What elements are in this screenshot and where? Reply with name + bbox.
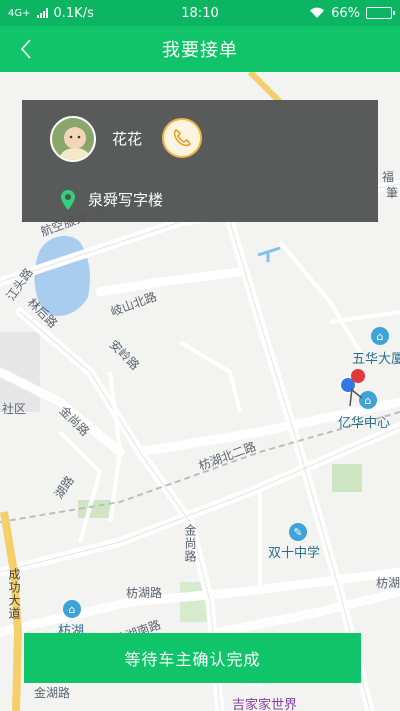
call-button[interactable] (162, 118, 202, 158)
park-area (332, 464, 362, 492)
waiting-confirmation-button[interactable]: 等待车主确认完成 (24, 633, 361, 683)
location-marker (339, 369, 365, 407)
back-button[interactable] (6, 26, 46, 72)
map-label: 双十中学 (268, 546, 321, 561)
location-text: 泉舜写字楼 (88, 191, 164, 209)
map-label: 五华大厦 (352, 352, 400, 367)
map-label: 成功大道 (7, 568, 21, 620)
battery-percent: 66% (331, 5, 360, 21)
map-label: 枋湖路 (126, 586, 163, 600)
destination-pin-icon (351, 369, 365, 383)
water-channel (257, 246, 281, 262)
network-type: 4G+ (8, 7, 31, 19)
building-icon: ⌂ (371, 327, 389, 345)
signal-icon (36, 8, 48, 18)
map-label: 金尚路 (183, 524, 197, 563)
location-pin-icon (61, 190, 75, 210)
map-label: 福 (382, 170, 395, 184)
battery-icon (366, 7, 395, 19)
baby-avatar-image (52, 118, 94, 160)
highway (247, 72, 283, 105)
wifi-icon (310, 7, 325, 19)
driver-name: 花花 (112, 130, 143, 148)
map-label: 社区 (2, 402, 27, 416)
app-header: 我要接单 (0, 26, 400, 72)
map-label: 亿华中心 (338, 416, 391, 431)
status-bar: 4G+ 0.1K/s 18:10 66% (0, 0, 400, 26)
phone-icon (173, 129, 191, 147)
chevron-left-icon (20, 39, 31, 59)
building-icon: ⌂ (63, 600, 81, 618)
map-label: 筆 (386, 186, 399, 200)
map-label: 枋湖 (376, 576, 400, 590)
map-label: 金湖路 (34, 686, 71, 700)
page-title: 我要接单 (162, 40, 238, 61)
school-icon: ✎ (289, 523, 307, 541)
driver-info-card: 花花 泉舜写字楼 (22, 100, 378, 222)
map-label: 吉家家世界 (232, 698, 298, 711)
avatar (50, 116, 96, 162)
network-speed: 0.1K/s (53, 5, 94, 21)
